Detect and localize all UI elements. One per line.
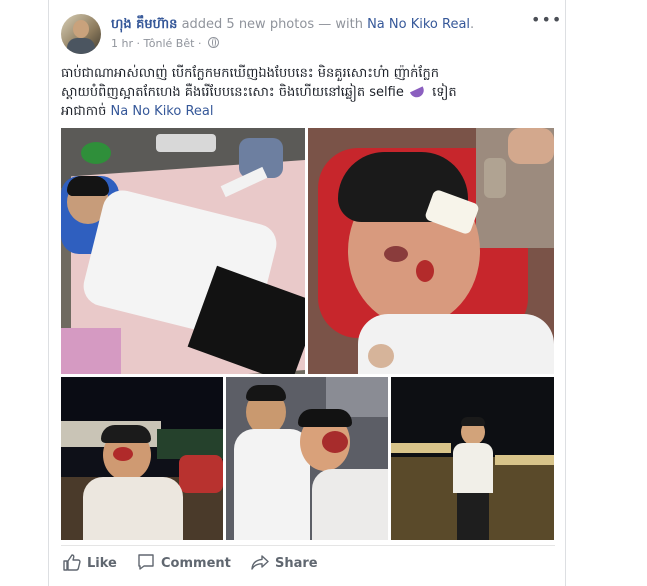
more-options-button[interactable]: ••• (531, 12, 561, 30)
share-arrow-icon (251, 553, 269, 577)
comment-label: Comment (161, 556, 231, 571)
white-shirt (453, 443, 493, 493)
hair (461, 417, 485, 426)
post-timestamp[interactable]: 1 hr (111, 37, 133, 50)
like-button[interactable]: Like (63, 553, 117, 573)
white-shirt (83, 477, 183, 540)
globe-icon[interactable] (207, 37, 219, 48)
hair (298, 409, 352, 427)
blood-spot (322, 431, 348, 453)
meta-separator: · (197, 37, 202, 50)
pink-blanket (61, 328, 121, 374)
post-text-line: ស្ដាយបំពិញស្អាតកែហេង គឺងរើបែបនេះសោះ ចិងហ… (61, 83, 551, 102)
emoji-icon (409, 85, 427, 100)
share-button[interactable]: Share (251, 553, 318, 573)
comment-button[interactable]: Comment (137, 553, 231, 573)
green-object (81, 142, 111, 164)
photo-2[interactable] (308, 128, 554, 374)
metal-cup (484, 158, 506, 198)
photo-5[interactable] (391, 377, 554, 540)
post-header: ហុង គឹមហ៊ាន added 5 new photos — with Na… (61, 12, 561, 56)
hand (508, 128, 554, 164)
post-meta: 1 hr · Tônlé Bêt · (111, 37, 219, 50)
post-text-segment: ទៀត (432, 85, 457, 100)
blood-spot (113, 447, 133, 461)
photo-4[interactable] (226, 377, 388, 540)
hand (368, 344, 394, 368)
black-pants (457, 493, 489, 540)
post-message: ធាប់ជាណាអាស់លាញ់ បើកក្លែកមកឃើញឯងបែបនេះ ម… (61, 64, 551, 121)
photo-3[interactable] (61, 377, 223, 540)
author-name[interactable]: ហុង គឹមហ៊ាន (111, 17, 177, 32)
bruise (384, 246, 408, 262)
photo-1[interactable] (61, 128, 305, 374)
white-object (156, 134, 216, 152)
bridge-railing (495, 455, 554, 465)
white-shirt (234, 429, 310, 540)
bridge-railing (391, 443, 451, 453)
speech-bubble-icon (137, 553, 155, 577)
post-text-line: អាជាកាច់ Na No Kiko Real (61, 102, 551, 121)
post-title-line: ហុង គឹមហ៊ាន added 5 new photos — with Na… (111, 16, 474, 35)
post-location[interactable]: Tônlé Bêt (144, 37, 195, 50)
action-text: added 5 new photos — with (181, 17, 363, 32)
person-hair (67, 176, 109, 196)
mention-link[interactable]: Na No Kiko Real (111, 104, 214, 119)
avatar-body (67, 38, 95, 54)
white-shirt (312, 469, 388, 540)
blood-spot (416, 260, 434, 282)
action-bar: Like Comment Share (61, 545, 555, 576)
post-text-segment: ស្ដាយបំពិញស្អាតកែហេង គឺងរើបែបនេះសោះ ចិងហ… (61, 85, 404, 100)
hair (101, 425, 151, 443)
like-label: Like (87, 556, 117, 571)
share-label: Share (275, 556, 318, 571)
meta-separator: · (136, 37, 141, 50)
avatar-face (73, 20, 89, 38)
post-text-segment: អាជាកាច់ (61, 104, 107, 119)
post-text-line: ធាប់ជាណាអាស់លាញ់ បើកក្លែកមកឃើញឯងបែបនេះ ម… (61, 66, 440, 81)
tagged-person[interactable]: Na No Kiko Real (367, 17, 470, 32)
tagged-suffix: . (470, 17, 475, 32)
post-card: ហុង គឹមហ៊ាន added 5 new photos — with Na… (48, 0, 566, 586)
motorbike (179, 455, 223, 493)
avatar[interactable] (61, 14, 101, 54)
thumbs-up-icon (63, 553, 81, 577)
photo-grid (61, 128, 554, 540)
hair (246, 385, 286, 401)
